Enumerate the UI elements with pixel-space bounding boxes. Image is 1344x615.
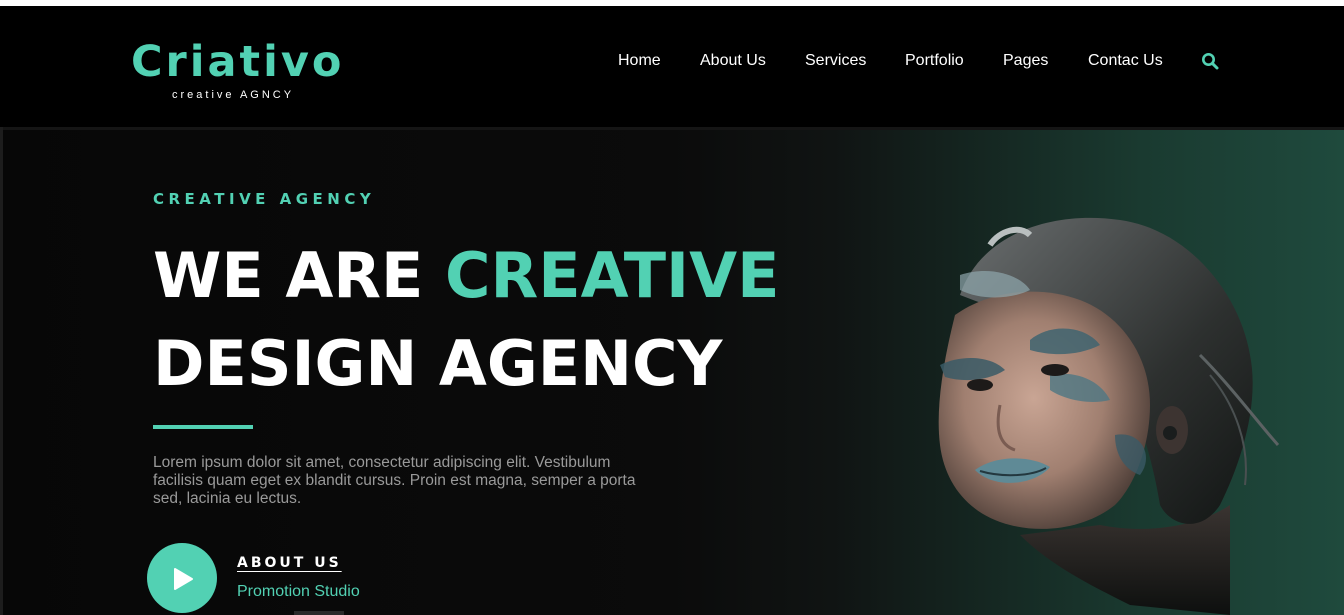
search-icon[interactable] <box>1201 52 1219 70</box>
headline-line-2: DESIGN AGENCY <box>153 327 723 400</box>
logo-tagline: creative AGNCY <box>172 89 295 101</box>
main-nav: Home About Us Services Portfolio Pages C… <box>0 51 1344 71</box>
logo[interactable]: Criativo creative AGNCY <box>131 36 371 116</box>
nav-item-portfolio[interactable]: Portfolio <box>905 51 964 71</box>
nav-item-pages[interactable]: Pages <box>1003 51 1048 71</box>
promotion-studio-text: Promotion Studio <box>237 583 360 600</box>
nav-item-services[interactable]: Services <box>805 51 866 71</box>
play-icon <box>174 568 193 590</box>
hero-portrait-image <box>900 205 1320 615</box>
nav-item-about-us[interactable]: About Us <box>700 51 766 71</box>
hero-headline: WE ARE CREATIVE DESIGN AGENCY <box>153 232 779 408</box>
headline-part-1: WE ARE <box>153 239 445 312</box>
headline-line-1: WE ARE CREATIVE <box>153 232 779 320</box>
hero-body-text: Lorem ipsum dolor sit amet, consectetur … <box>153 454 636 507</box>
hero-left-edge <box>0 127 3 615</box>
hero-kicker: CREATIVE AGENCY <box>153 190 376 208</box>
scroll-indicator <box>294 611 344 615</box>
play-button[interactable] <box>147 543 217 613</box>
hero-top-border <box>0 127 1344 130</box>
nav-item-contact-us[interactable]: Contac Us <box>1088 51 1163 71</box>
accent-divider <box>153 425 253 429</box>
nav-item-home[interactable]: Home <box>618 51 661 71</box>
headline-accent: CREATIVE <box>445 239 780 312</box>
about-us-link[interactable]: ABOUT US <box>237 555 342 571</box>
page: Criativo creative AGNCY Home About Us Se… <box>0 0 1344 615</box>
